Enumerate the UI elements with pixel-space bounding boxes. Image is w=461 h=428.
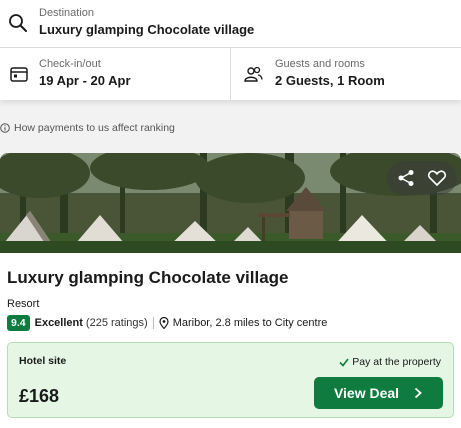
photo-actions	[387, 161, 457, 195]
checkin-value: 19 Apr - 20 Apr	[39, 73, 131, 88]
info-icon	[0, 123, 10, 133]
heart-icon[interactable]	[427, 168, 447, 188]
divider	[152, 317, 154, 329]
deal-site-label: Hotel site	[19, 355, 67, 367]
deal-price: £168	[19, 386, 60, 406]
rating-word: Excellent	[34, 317, 83, 329]
guests-icon	[244, 66, 263, 82]
ranking-note-text: How payments to us affect ranking	[14, 122, 175, 134]
pay-note-text: Pay at the property	[352, 356, 441, 368]
view-deal-label: View Deal	[333, 385, 400, 401]
checkin-field[interactable]: Check-in/out 19 Apr - 20 Apr	[0, 48, 231, 100]
view-deal-button[interactable]: View Deal	[314, 377, 443, 409]
chevron-right-icon	[414, 387, 422, 399]
calendar-icon	[10, 67, 28, 82]
hotel-card-details: Luxury glamping Chocolate village Resort…	[0, 253, 461, 428]
search-icon	[9, 14, 27, 32]
hotel-location: Maribor, 2.8 miles to City centre	[172, 317, 328, 329]
rating-count: (225 ratings)	[85, 317, 148, 329]
destination-label: Destination	[39, 7, 95, 19]
rating-score-badge: 9.4	[7, 315, 30, 331]
guests-label: Guests and rooms	[275, 58, 365, 70]
rating-row: 9.4 Excellent (225 ratings) Maribor, 2.8…	[7, 315, 327, 331]
destination-value: Luxury glamping Chocolate village	[39, 22, 255, 37]
guests-field[interactable]: Guests and rooms 2 Guests, 1 Room	[231, 48, 461, 100]
search-panel: Destination Luxury glamping Chocolate vi…	[0, 0, 461, 100]
pay-at-property-note: Pay at the property	[339, 356, 441, 368]
hotel-photo[interactable]	[0, 153, 461, 253]
hotel-type: Resort	[7, 298, 40, 310]
checkin-label: Check-in/out	[39, 58, 101, 70]
check-icon	[339, 358, 349, 367]
share-icon[interactable]	[396, 168, 416, 188]
location-pin-icon	[159, 317, 169, 329]
deal-box[interactable]: Hotel site Pay at the property £168 View…	[7, 342, 454, 418]
ranking-disclosure-link[interactable]: How payments to us affect ranking	[0, 121, 175, 135]
hotel-name[interactable]: Luxury glamping Chocolate village	[7, 268, 289, 288]
guests-value: 2 Guests, 1 Room	[275, 73, 385, 88]
destination-field[interactable]: Destination Luxury glamping Chocolate vi…	[0, 0, 461, 48]
